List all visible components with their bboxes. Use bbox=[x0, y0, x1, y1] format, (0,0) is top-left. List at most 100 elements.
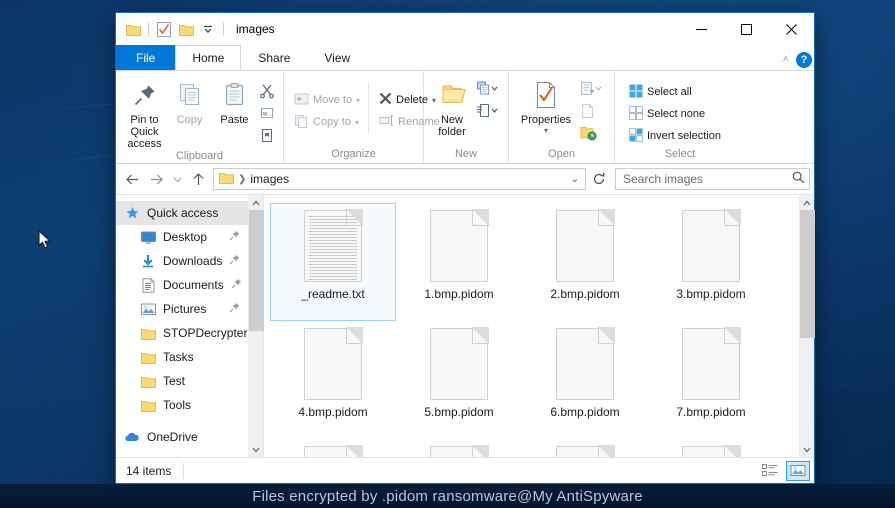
file-tile-partial[interactable] bbox=[270, 439, 396, 457]
properties-button[interactable]: Properties ▾ bbox=[515, 75, 577, 135]
tab-home[interactable]: Home bbox=[175, 45, 242, 70]
file-list-scrollbar[interactable] bbox=[799, 195, 815, 457]
up-arrow-icon[interactable] bbox=[186, 167, 210, 191]
help-icon[interactable]: ? bbox=[796, 52, 812, 68]
customize-chevron-icon[interactable] bbox=[197, 18, 219, 40]
file-tile-partial[interactable] bbox=[396, 439, 522, 457]
pin-to-quick-access-button[interactable]: Pin to Quick access bbox=[122, 75, 167, 150]
properties-label: Properties bbox=[520, 114, 572, 126]
new-folder-button[interactable]: New folder bbox=[430, 75, 474, 138]
close-button[interactable] bbox=[769, 13, 814, 45]
maximize-button[interactable] bbox=[724, 13, 769, 45]
pin-icon[interactable] bbox=[229, 230, 240, 244]
file-name-label: 1.bmp.pidom bbox=[424, 287, 494, 301]
cut-scissors-icon[interactable] bbox=[257, 81, 277, 101]
sidebar-item-quick-access[interactable]: Quick access bbox=[116, 201, 248, 225]
copy-path-icon[interactable]: w... bbox=[257, 103, 277, 123]
address-path-box[interactable]: ❯ images ⌄ bbox=[213, 168, 586, 190]
copy-to-button[interactable]: Copy to ▾ bbox=[290, 111, 364, 133]
breadcrumb[interactable]: ❯ images bbox=[219, 171, 289, 187]
tab-view[interactable]: View bbox=[307, 45, 367, 70]
large-icons-view-button[interactable] bbox=[786, 460, 810, 481]
title-bar: images bbox=[116, 13, 814, 45]
recent-locations-icon[interactable] bbox=[168, 167, 186, 191]
forward-arrow-icon[interactable] bbox=[144, 167, 168, 191]
blank-file-icon bbox=[304, 327, 363, 400]
file-tile[interactable]: 7.bmp.pidom bbox=[648, 321, 774, 439]
sidebar-item-onedrive[interactable]: OneDrive bbox=[116, 425, 248, 449]
toolbar-divider bbox=[223, 22, 224, 36]
select-all-button[interactable]: Select all bbox=[625, 81, 725, 103]
chevron-down-icon[interactable] bbox=[249, 442, 263, 457]
pin-icon bbox=[132, 79, 158, 111]
chevron-down-icon[interactable]: ⌄ bbox=[567, 174, 583, 185]
chevron-down-icon[interactable]: ▾ bbox=[356, 96, 360, 105]
folder-icon bbox=[140, 325, 156, 341]
sidebar-item-tasks[interactable]: Tasks bbox=[116, 345, 248, 369]
back-arrow-icon[interactable] bbox=[120, 167, 144, 191]
folder-icon bbox=[140, 397, 156, 413]
collapse-ribbon-chevron-icon[interactable]: ˄ bbox=[783, 54, 789, 66]
new-item-icon[interactable] bbox=[474, 79, 502, 99]
details-view-button[interactable] bbox=[758, 461, 782, 481]
chevron-down-icon[interactable] bbox=[800, 442, 814, 457]
properties-checkmark-icon[interactable] bbox=[153, 18, 175, 40]
refresh-icon[interactable] bbox=[589, 168, 609, 190]
search-icon[interactable] bbox=[792, 171, 805, 187]
ribbon-group-select: Select all Select none Invert selection … bbox=[615, 71, 814, 163]
file-tile[interactable]: 4.bmp.pidom bbox=[270, 321, 396, 439]
file-tile[interactable]: 5.bmp.pidom bbox=[396, 321, 522, 439]
ribbon-group-label-new: New bbox=[454, 148, 477, 160]
copy-button[interactable]: Copy bbox=[167, 75, 212, 126]
file-tile[interactable]: 3.bmp.pidom bbox=[648, 203, 774, 321]
ribbon-group-clipboard: Pin to Quick access Copy Paste w... Clip… bbox=[116, 71, 284, 163]
paste-button[interactable]: Paste bbox=[212, 75, 257, 126]
chevron-up-icon[interactable] bbox=[249, 195, 263, 210]
minimize-button[interactable] bbox=[679, 13, 724, 45]
sidebar-item-downloads[interactable]: Downloads bbox=[116, 249, 248, 273]
file-explorer-window: images File Home Share View ˄ ? Pin to Q… bbox=[115, 12, 815, 484]
sidebar-item-test[interactable]: Test bbox=[116, 369, 248, 393]
select-none-button[interactable]: Select none bbox=[625, 103, 725, 125]
sidebar-item-documents[interactable]: Documents bbox=[116, 273, 248, 297]
ribbon-group-label-select: Select bbox=[664, 148, 696, 160]
move-to-button[interactable]: Move to ▾ bbox=[290, 89, 364, 111]
history-icon[interactable] bbox=[577, 123, 605, 143]
new-folder-icon[interactable] bbox=[175, 18, 197, 40]
easy-access-icon[interactable] bbox=[474, 101, 502, 121]
file-tile-partial[interactable] bbox=[648, 439, 774, 457]
sidebar-item-tools[interactable]: Tools bbox=[116, 393, 248, 417]
file-scroll-track[interactable] bbox=[800, 210, 815, 442]
file-tile[interactable]: 6.bmp.pidom bbox=[522, 321, 648, 439]
edit-icon[interactable] bbox=[577, 101, 605, 121]
file-tile[interactable]: 1.bmp.pidom bbox=[396, 203, 522, 321]
paste-shortcut-icon[interactable] bbox=[257, 125, 277, 145]
chevron-up-icon[interactable] bbox=[800, 195, 814, 210]
tab-share[interactable]: Share bbox=[241, 45, 307, 70]
chevron-down-icon[interactable]: ▾ bbox=[544, 126, 548, 135]
sidebar-item-stopdecrypter[interactable]: STOPDecrypter bbox=[116, 321, 248, 345]
pin-icon[interactable] bbox=[229, 254, 240, 268]
sidebar-scrollbar[interactable] bbox=[248, 195, 264, 457]
open-with-icon[interactable] bbox=[577, 79, 605, 99]
chevron-down-icon[interactable]: ▾ bbox=[355, 118, 359, 127]
file-name-label: 5.bmp.pidom bbox=[424, 405, 494, 419]
tab-file[interactable]: File bbox=[116, 45, 176, 70]
file-tile[interactable]: _readme.txt bbox=[270, 203, 396, 321]
invert-selection-button[interactable]: Invert selection bbox=[625, 125, 725, 147]
sidebar-scroll-track[interactable] bbox=[249, 210, 264, 442]
sidebar-scroll-thumb[interactable] bbox=[249, 210, 264, 331]
file-tile-partial[interactable] bbox=[522, 439, 648, 457]
file-name-label: _readme.txt bbox=[301, 287, 365, 301]
search-input[interactable]: Search images bbox=[615, 168, 810, 190]
pin-icon[interactable] bbox=[231, 278, 242, 292]
sidebar-item-desktop[interactable]: Desktop bbox=[116, 225, 248, 249]
file-list-view[interactable]: _readme.txt 1.bmp.pidom 2.bmp.pidom 3.bmp.p… bbox=[264, 195, 815, 457]
clipboard-small-actions: w... bbox=[257, 75, 277, 145]
sidebar-item-pictures[interactable]: Pictures bbox=[116, 297, 248, 321]
folder-icon[interactable] bbox=[122, 18, 144, 40]
file-scroll-thumb[interactable] bbox=[800, 210, 815, 338]
file-tile[interactable]: 2.bmp.pidom bbox=[522, 203, 648, 321]
properties-checkmark-icon bbox=[533, 79, 559, 111]
pin-icon[interactable] bbox=[229, 302, 240, 316]
